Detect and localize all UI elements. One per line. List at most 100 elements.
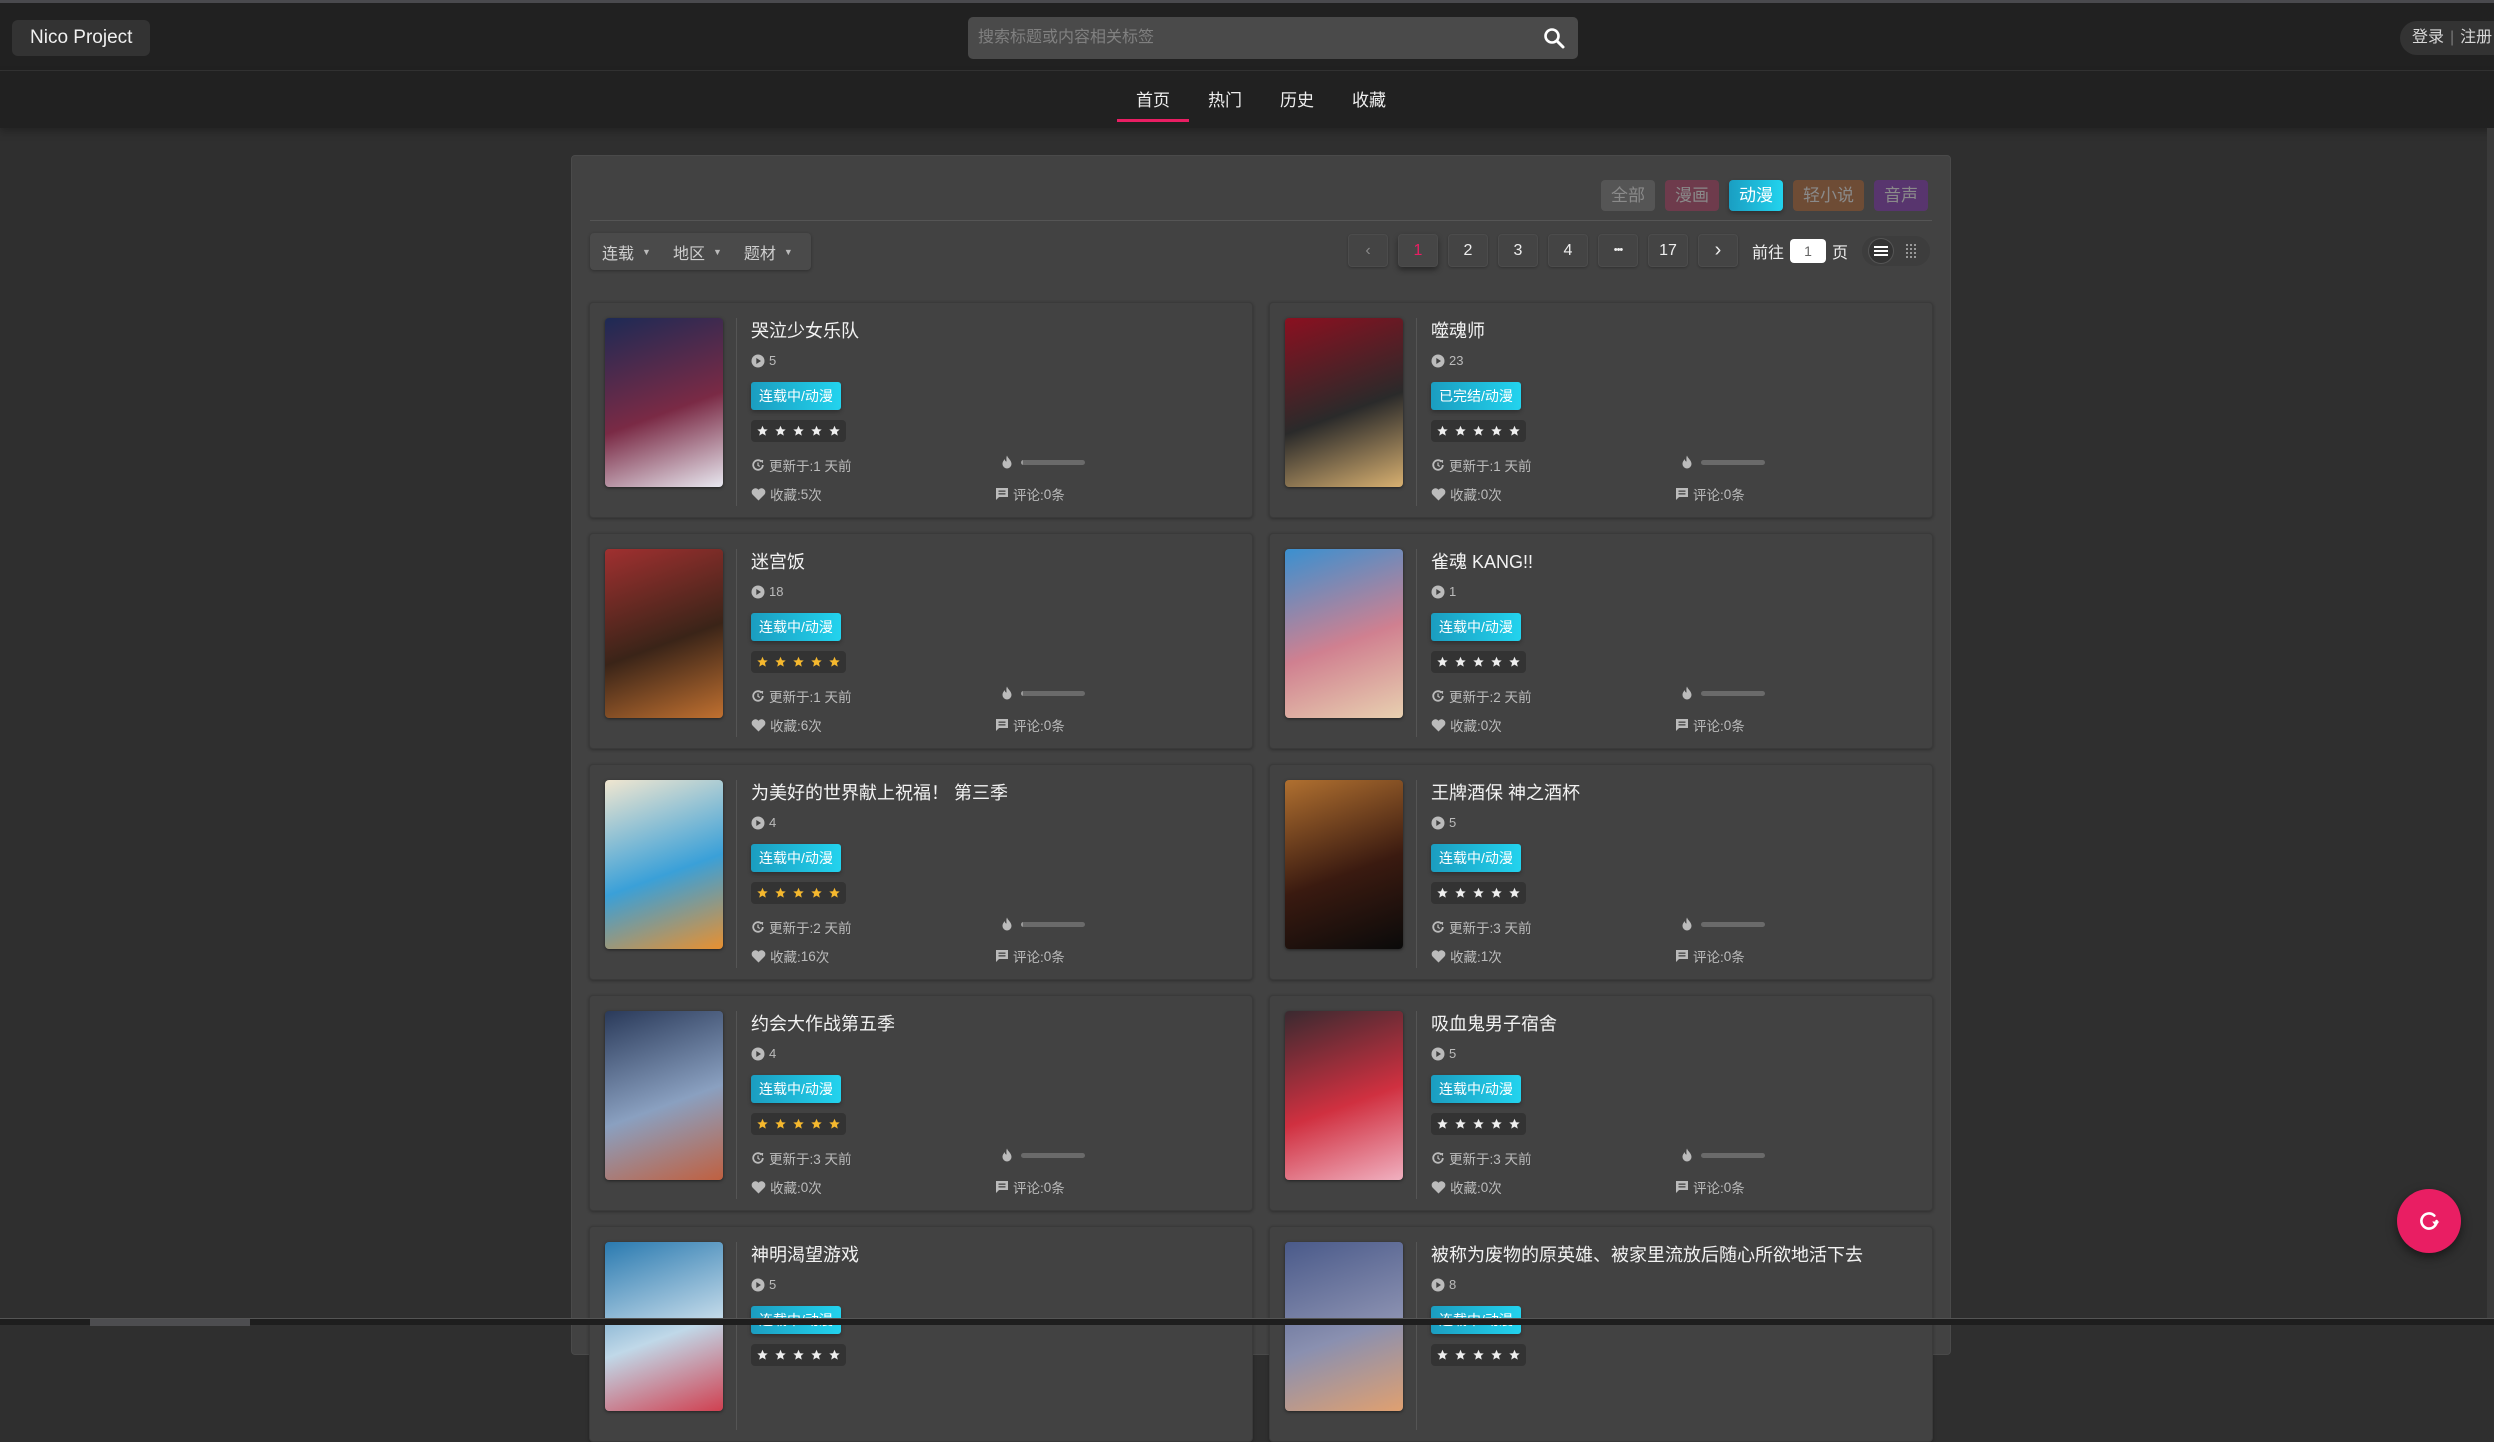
- anime-card[interactable]: 约会大作战第五季 4 连载中/动漫 更新于: 3 天前 收藏: 0 次 评论: 0 条: [589, 995, 1253, 1211]
- star-icon[interactable]: [810, 887, 823, 899]
- type-chip-manga[interactable]: 漫画: [1665, 180, 1719, 211]
- search-icon[interactable]: [1542, 26, 1566, 50]
- star-rating[interactable]: [1431, 882, 1526, 904]
- star-icon[interactable]: [1436, 1349, 1449, 1361]
- star-icon[interactable]: [1508, 1118, 1521, 1130]
- star-icon[interactable]: [1436, 425, 1449, 437]
- status-badge[interactable]: 连载中/动漫: [751, 613, 841, 641]
- star-icon[interactable]: [1436, 1118, 1449, 1130]
- star-icon[interactable]: [1472, 656, 1485, 668]
- cover-image[interactable]: [1285, 549, 1403, 718]
- anime-title[interactable]: 王牌酒保 神之酒杯: [1431, 779, 1580, 805]
- page-button[interactable]: 17: [1648, 234, 1688, 267]
- tab-home[interactable]: 首页: [1117, 71, 1189, 128]
- star-icon[interactable]: [792, 1118, 805, 1130]
- anime-title[interactable]: 神明渴望游戏: [751, 1241, 859, 1267]
- status-badge[interactable]: 连载中/动漫: [751, 382, 841, 410]
- next-page-button[interactable]: ›: [1698, 234, 1738, 267]
- anime-card[interactable]: 噬魂师 23 已完结/动漫 更新于: 1 天前 收藏: 0 次 评论: 0 条: [1269, 302, 1933, 518]
- anime-title[interactable]: 被称为废物的原英雄、被家里流放后随心所欲地活下去: [1431, 1241, 1863, 1267]
- filter-region[interactable]: 地区 ▼: [673, 240, 722, 264]
- vertical-scrollbar[interactable]: [2487, 128, 2494, 1318]
- cover-image[interactable]: [605, 1011, 723, 1180]
- star-icon[interactable]: [774, 425, 787, 437]
- anime-card[interactable]: 被称为废物的原英雄、被家里流放后随心所欲地活下去8连载中/动漫: [1269, 1226, 1933, 1442]
- tab-history[interactable]: 历史: [1261, 71, 1333, 128]
- status-badge[interactable]: 连载中/动漫: [1431, 844, 1521, 872]
- star-icon[interactable]: [756, 425, 769, 437]
- star-rating[interactable]: [751, 882, 846, 904]
- anime-card[interactable]: 王牌酒保 神之酒杯 5 连载中/动漫 更新于: 3 天前 收藏: 1 次 评论: 0 条: [1269, 764, 1933, 980]
- star-icon[interactable]: [1472, 1349, 1485, 1361]
- star-icon[interactable]: [1454, 1118, 1467, 1130]
- star-icon[interactable]: [756, 887, 769, 899]
- register-link[interactable]: 注册: [2460, 29, 2492, 46]
- anime-title[interactable]: 雀魂 KANG!!: [1431, 548, 1533, 574]
- star-icon[interactable]: [1508, 1349, 1521, 1361]
- star-icon[interactable]: [1490, 1349, 1503, 1361]
- star-rating[interactable]: [751, 1344, 846, 1366]
- star-icon[interactable]: [774, 887, 787, 899]
- anime-card[interactable]: 雀魂 KANG!! 1 连载中/动漫 更新于: 2 天前 收藏: 0 次 评论: 0 条: [1269, 533, 1933, 749]
- star-icon[interactable]: [792, 1349, 805, 1361]
- horizontal-scrollbar[interactable]: [0, 1318, 2494, 1326]
- anime-title[interactable]: 哭泣少女乐队: [751, 317, 859, 343]
- filter-genre[interactable]: 题材 ▼: [744, 240, 793, 264]
- star-rating[interactable]: [1431, 1113, 1526, 1135]
- cover-image[interactable]: [605, 780, 723, 949]
- star-icon[interactable]: [756, 1349, 769, 1361]
- star-icon[interactable]: [1490, 1118, 1503, 1130]
- status-badge[interactable]: 连载中/动漫: [751, 1075, 841, 1103]
- search-input[interactable]: [978, 17, 1518, 59]
- page-button[interactable]: 2: [1448, 234, 1488, 267]
- more-pages-button[interactable]: •••: [1598, 234, 1638, 267]
- anime-card[interactable]: 为美好的世界献上祝福！ 第三季 4 连载中/动漫 更新于: 2 天前 收藏: 16 次 评…: [589, 764, 1253, 980]
- cover-image[interactable]: [1285, 780, 1403, 949]
- star-icon[interactable]: [828, 656, 841, 668]
- anime-title[interactable]: 噬魂师: [1431, 317, 1485, 343]
- star-icon[interactable]: [774, 1118, 787, 1130]
- star-rating[interactable]: [751, 1113, 846, 1135]
- type-chip-all[interactable]: 全部: [1601, 180, 1655, 211]
- star-icon[interactable]: [756, 656, 769, 668]
- star-icon[interactable]: [810, 1118, 823, 1130]
- anime-card[interactable]: 神明渴望游戏5连载中/动漫: [589, 1226, 1253, 1442]
- anime-card[interactable]: 迷宫饭 18 连载中/动漫 更新于: 1 天前 收藏: 6 次 评论: 0 条: [589, 533, 1253, 749]
- star-icon[interactable]: [1454, 1349, 1467, 1361]
- anime-card[interactable]: 哭泣少女乐队 5 连载中/动漫 更新于: 1 天前 收藏: 5 次 评论: 0 条: [589, 302, 1253, 518]
- anime-title[interactable]: 迷宫饭: [751, 548, 805, 574]
- star-icon[interactable]: [828, 1349, 841, 1361]
- star-rating[interactable]: [751, 420, 846, 442]
- star-icon[interactable]: [774, 1349, 787, 1361]
- star-icon[interactable]: [1472, 1118, 1485, 1130]
- page-button[interactable]: 1: [1398, 234, 1438, 267]
- star-icon[interactable]: [1454, 656, 1467, 668]
- star-icon[interactable]: [792, 887, 805, 899]
- star-icon[interactable]: [1436, 656, 1449, 668]
- tab-hot[interactable]: 热门: [1189, 71, 1261, 128]
- star-icon[interactable]: [1454, 425, 1467, 437]
- status-badge[interactable]: 连载中/动漫: [751, 844, 841, 872]
- tab-favorites[interactable]: 收藏: [1333, 71, 1405, 128]
- star-icon[interactable]: [810, 656, 823, 668]
- anime-title[interactable]: 吸血鬼男子宿舍: [1431, 1010, 1557, 1036]
- list-view-button[interactable]: [1869, 238, 1894, 263]
- star-rating[interactable]: [1431, 420, 1526, 442]
- page-button[interactable]: 4: [1548, 234, 1588, 267]
- status-badge[interactable]: 已完结/动漫: [1431, 382, 1521, 410]
- star-icon[interactable]: [774, 656, 787, 668]
- anime-title[interactable]: 约会大作战第五季: [751, 1010, 895, 1036]
- star-rating[interactable]: [1431, 651, 1526, 673]
- star-icon[interactable]: [810, 425, 823, 437]
- anime-card[interactable]: 吸血鬼男子宿舍 5 连载中/动漫 更新于: 3 天前 收藏: 0 次 评论: 0 条: [1269, 995, 1933, 1211]
- logo[interactable]: Nico Project: [12, 20, 151, 56]
- cover-image[interactable]: [1285, 318, 1403, 487]
- star-icon[interactable]: [828, 887, 841, 899]
- star-icon[interactable]: [756, 1118, 769, 1130]
- type-chip-novel[interactable]: 轻小说: [1793, 180, 1864, 211]
- star-icon[interactable]: [1490, 656, 1503, 668]
- filter-serialization[interactable]: 连载 ▼: [602, 240, 651, 264]
- star-icon[interactable]: [1472, 887, 1485, 899]
- cover-image[interactable]: [605, 549, 723, 718]
- cover-image[interactable]: [605, 318, 723, 487]
